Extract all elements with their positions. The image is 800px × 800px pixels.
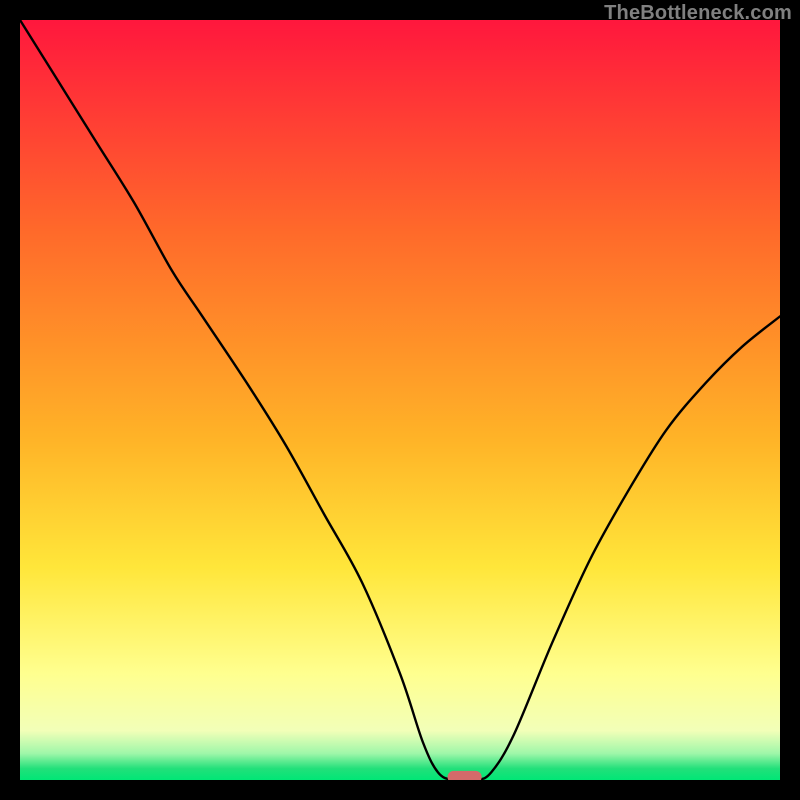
plot-area bbox=[20, 20, 780, 780]
chart-frame: TheBottleneck.com bbox=[0, 0, 800, 800]
bottleneck-chart bbox=[20, 20, 780, 780]
optimal-marker bbox=[448, 771, 482, 780]
heatmap-background bbox=[20, 20, 780, 780]
